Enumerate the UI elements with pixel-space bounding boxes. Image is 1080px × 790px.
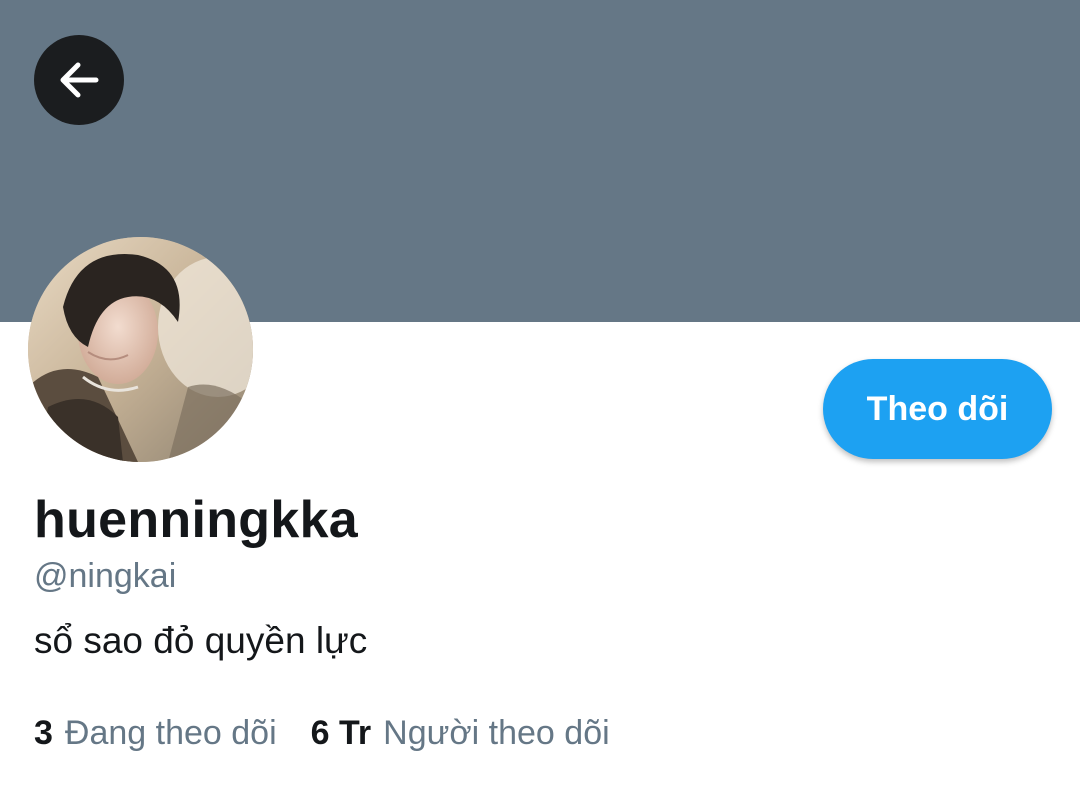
profile-bio: sổ sao đỏ quyền lực <box>34 620 368 661</box>
avatar-photo <box>28 237 253 462</box>
avatar[interactable] <box>28 237 253 462</box>
following-stat[interactable]: 3 Đang theo dõi <box>34 714 277 753</box>
followers-stat[interactable]: 6 Tr Người theo dõi <box>311 714 610 753</box>
back-button[interactable] <box>34 35 124 125</box>
profile-stats: 3 Đang theo dõi 6 Tr Người theo dõi <box>34 714 610 753</box>
followers-label: Người theo dõi <box>383 714 610 752</box>
arrow-left-icon <box>60 62 99 98</box>
user-handle: @ningkai <box>34 557 177 595</box>
followers-count: 6 Tr <box>310 714 372 752</box>
following-count: 3 <box>34 714 53 752</box>
display-name: huenningkka <box>34 491 359 549</box>
follow-button[interactable]: Theo dõi <box>823 359 1052 459</box>
following-label: Đang theo dõi <box>64 714 277 752</box>
